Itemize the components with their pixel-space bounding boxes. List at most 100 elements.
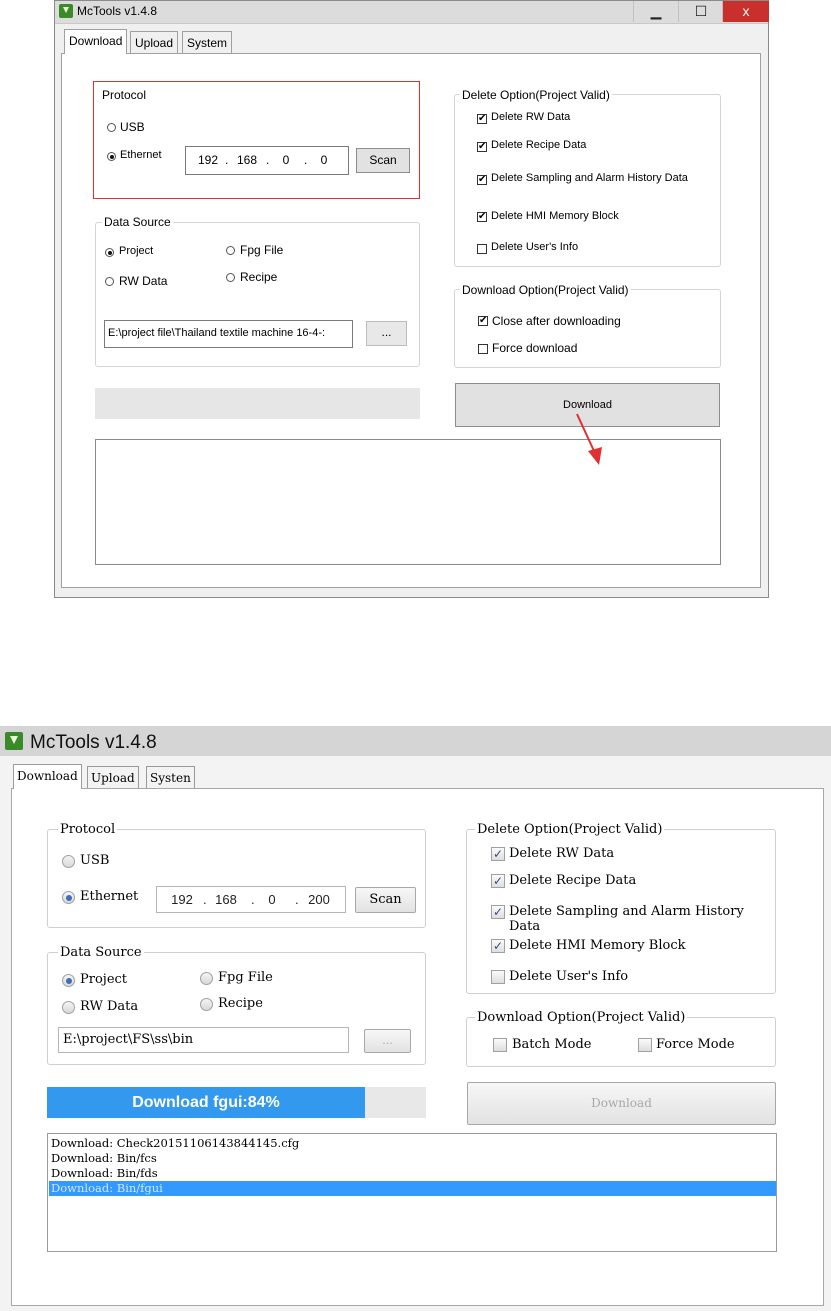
ip-octet-3: 0: [282, 153, 290, 167]
delete-rw-data-label: Delete RW Data: [509, 846, 615, 861]
ip-octet-2: 168: [236, 153, 258, 167]
force-mode-checkbox[interactable]: [638, 1038, 652, 1052]
progress-text: Download fgui:84%: [132, 1094, 280, 1111]
ip-dot: .: [266, 153, 270, 167]
project-radio[interactable]: [62, 974, 75, 987]
tab-upload[interactable]: Upload: [87, 766, 139, 789]
force-download-label: Force download: [492, 341, 578, 355]
delete-option-legend: Delete Option(Project Valid): [460, 88, 612, 102]
ethernet-radio[interactable]: [62, 891, 75, 904]
batch-mode-label: Batch Mode: [512, 1037, 592, 1052]
rw-data-label: RW Data: [80, 999, 139, 1014]
batch-mode-checkbox[interactable]: [493, 1038, 507, 1052]
protocol-group: Protocol USB Ethernet 192 . 168 . 0 . 20…: [47, 822, 426, 928]
delete-option-group: Delete Option(Project Valid) ✓ Delete RW…: [466, 822, 776, 994]
project-label: Project: [80, 972, 128, 987]
download-option-group: Download Option(Project Valid) ✔ Close a…: [454, 283, 721, 368]
progress-bar: Download fgui:84%: [47, 1087, 426, 1118]
delete-users-info-label: Delete User's Info: [509, 969, 629, 984]
force-download-checkbox[interactable]: [478, 344, 488, 354]
annotation-arrow: [576, 413, 602, 465]
delete-sampling-alarm-label: Delete Sampling and Alarm History Data: [491, 172, 688, 184]
delete-sampling-alarm-label: Delete Sampling and Alarm History: [509, 904, 744, 919]
scan-button[interactable]: Scan: [355, 887, 416, 913]
title-bar: McTools v1.4.8: [0, 726, 831, 756]
ip-dot: .: [225, 153, 229, 167]
log-item[interactable]: Download: Check20151106143844145.cfg: [51, 1136, 299, 1151]
delete-recipe-data-label: Delete Recipe Data: [509, 873, 637, 888]
download-option-legend: Download Option(Project Valid): [475, 1010, 688, 1025]
delete-rw-data-checkbox[interactable]: ✓: [491, 847, 505, 861]
maximize-button[interactable]: ☐: [678, 1, 723, 22]
delete-users-info-checkbox[interactable]: [491, 970, 505, 984]
browse-button[interactable]: ...: [364, 1029, 411, 1053]
usb-label: USB: [120, 120, 145, 134]
delete-hmi-memory-checkbox[interactable]: ✔: [477, 212, 487, 222]
app-download-icon: [5, 732, 23, 750]
delete-option-legend: Delete Option(Project Valid): [475, 822, 665, 837]
app-download-icon: [59, 4, 73, 18]
delete-users-info-checkbox[interactable]: [477, 244, 487, 254]
download-button[interactable]: Download: [467, 1082, 776, 1125]
mctools-window-1: McTools v1.4.8 ▁ ☐ x Download Upload Sys…: [54, 0, 769, 598]
ip-address-field[interactable]: 192 . 168 . 0 . 0: [185, 146, 349, 175]
tab-system[interactable]: System: [182, 31, 233, 54]
fpg-file-radio[interactable]: [226, 246, 235, 255]
delete-sampling-alarm-checkbox[interactable]: ✓: [491, 905, 505, 919]
log-item-selected[interactable]: Download: Bin/fgui: [49, 1181, 776, 1196]
tab-download[interactable]: Download: [64, 29, 128, 54]
delete-users-info-label: Delete User's Info: [491, 241, 579, 253]
close-button[interactable]: x: [722, 1, 769, 22]
window-title: McTools v1.4.8: [77, 4, 158, 18]
ip-dot: .: [251, 892, 255, 907]
close-after-downloading-label: Close after downloading: [492, 314, 621, 328]
log-list[interactable]: Download: Check20151106143844145.cfg Dow…: [47, 1133, 777, 1252]
ethernet-radio[interactable]: [107, 152, 116, 161]
recipe-radio[interactable]: [200, 998, 213, 1011]
delete-sampling-alarm-label-line2: Data: [509, 919, 541, 934]
fpg-file-radio[interactable]: [200, 972, 213, 985]
rw-data-radio[interactable]: [62, 1001, 75, 1014]
ip-dot: .: [203, 892, 207, 907]
file-path-input[interactable]: E:\project\FS\ss\bin: [58, 1027, 349, 1053]
download-option-legend: Download Option(Project Valid): [460, 283, 631, 297]
close-after-downloading-checkbox[interactable]: ✔: [478, 316, 488, 326]
delete-hmi-memory-checkbox[interactable]: ✓: [491, 939, 505, 953]
log-item[interactable]: Download: Bin/fds: [51, 1166, 158, 1181]
log-area[interactable]: [95, 439, 721, 565]
usb-label: USB: [80, 853, 110, 868]
protocol-group: Protocol USB Ethernet 192 . 168 . 0 . 0 …: [93, 81, 420, 199]
usb-radio[interactable]: [62, 855, 75, 868]
recipe-label: Recipe: [240, 270, 278, 284]
data-source-legend: Data Source: [58, 945, 144, 960]
ip-octet-2: 168: [215, 892, 237, 907]
file-path-input[interactable]: E:\project file\Thailand textile machine…: [104, 320, 353, 348]
delete-rw-data-label: Delete RW Data: [491, 111, 571, 123]
delete-option-group: Delete Option(Project Valid) ✔ Delete RW…: [454, 88, 721, 267]
force-mode-label: Force Mode: [656, 1037, 735, 1052]
delete-rw-data-checkbox[interactable]: ✔: [477, 114, 487, 124]
tab-upload[interactable]: Upload: [130, 31, 179, 54]
rw-data-radio[interactable]: [105, 277, 114, 286]
ethernet-label: Ethernet: [80, 889, 139, 904]
tab-download[interactable]: Download: [13, 764, 82, 789]
ip-address-field[interactable]: 192 . 168 . 0 . 200: [156, 886, 346, 913]
delete-recipe-data-label: Delete Recipe Data: [491, 139, 587, 151]
minimize-button[interactable]: ▁: [633, 1, 678, 22]
ip-octet-1: 192: [171, 892, 193, 907]
recipe-radio[interactable]: [226, 273, 235, 282]
log-item[interactable]: Download: Bin/fcs: [51, 1151, 157, 1166]
delete-recipe-data-checkbox[interactable]: ✔: [477, 142, 487, 152]
delete-recipe-data-checkbox[interactable]: ✓: [491, 874, 505, 888]
file-path-text: E:\project file\Thailand textile machine…: [108, 327, 326, 339]
progress-bar: [95, 388, 420, 419]
ip-dot: .: [304, 153, 308, 167]
usb-radio[interactable]: [107, 123, 116, 132]
tab-system[interactable]: Systen: [146, 766, 195, 789]
project-radio[interactable]: [105, 248, 114, 257]
scan-button[interactable]: Scan: [356, 148, 410, 173]
delete-sampling-alarm-checkbox[interactable]: ✔: [477, 175, 487, 185]
browse-button[interactable]: ...: [366, 321, 407, 346]
delete-hmi-memory-label: Delete HMI Memory Block: [509, 938, 686, 953]
title-bar: McTools v1.4.8 ▁ ☐ x: [55, 1, 769, 24]
